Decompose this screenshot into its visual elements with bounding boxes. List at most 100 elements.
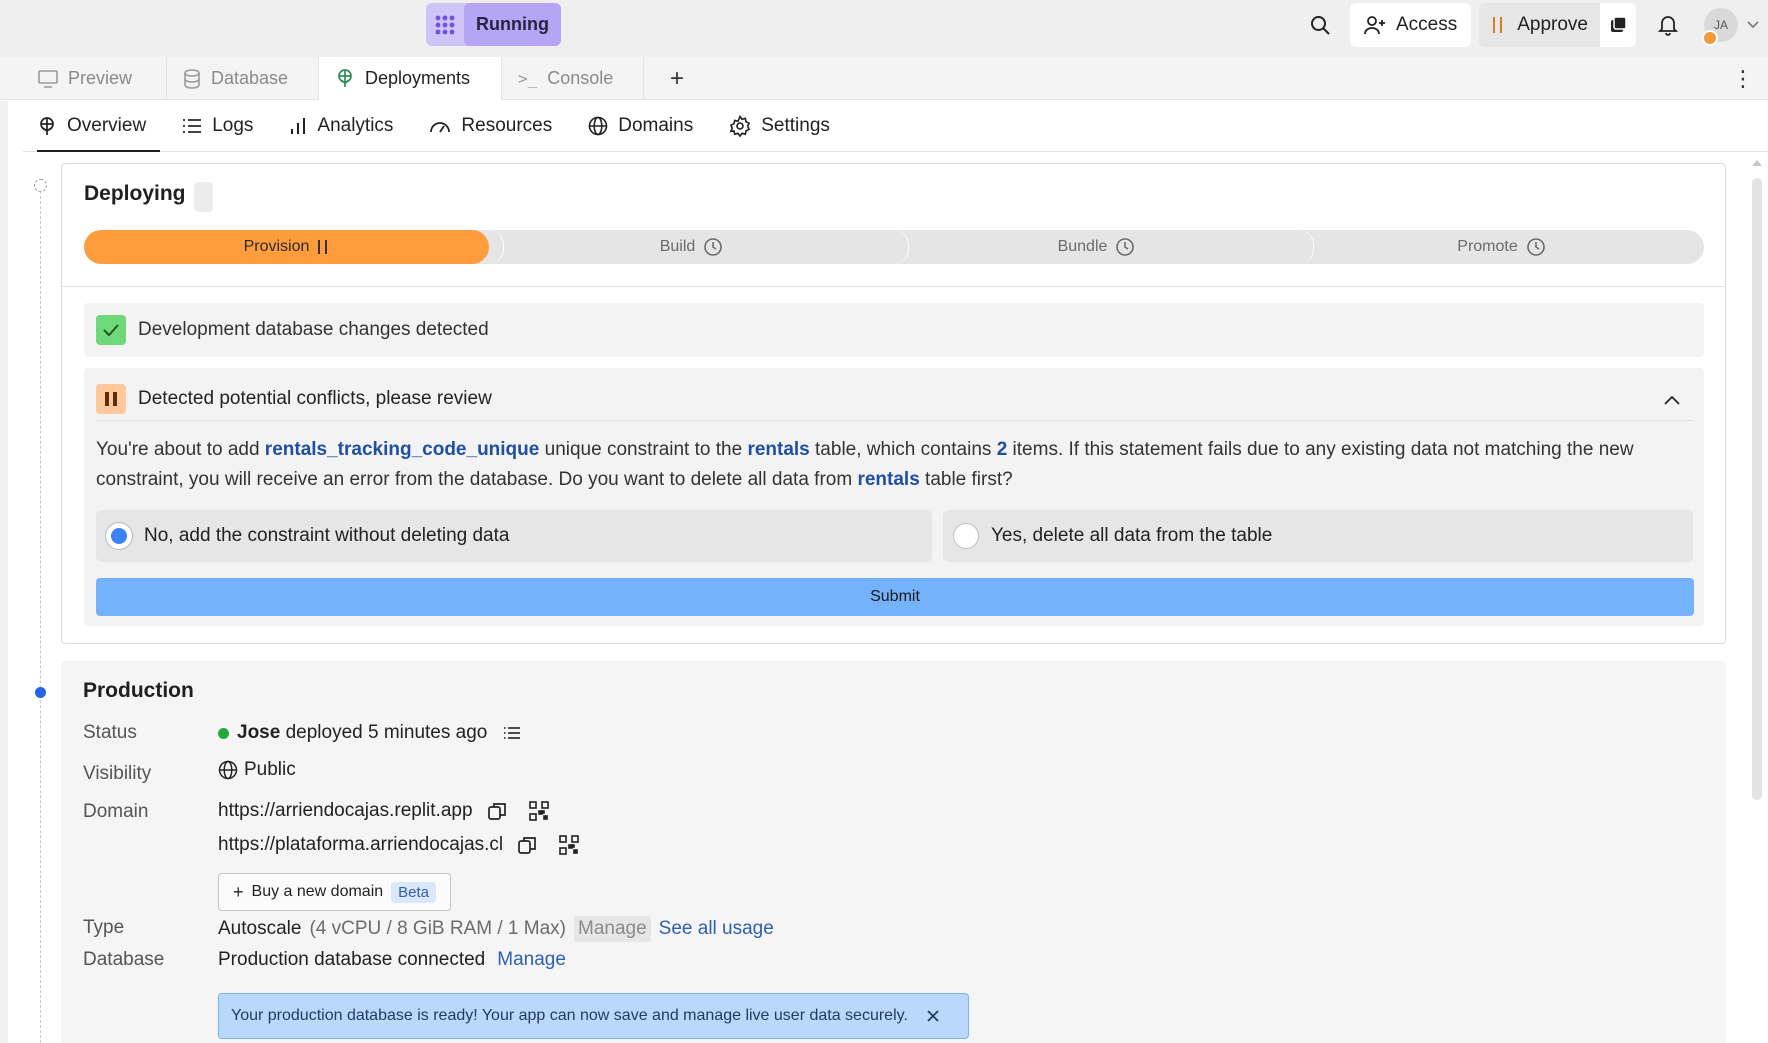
subnav-domains[interactable]: Domains — [574, 101, 707, 152]
subnav-logs[interactable]: Logs — [168, 101, 267, 152]
pause-icon — [317, 239, 329, 255]
radio-unselected[interactable] — [953, 523, 979, 549]
deployments-subnav: Overview Logs Analytics Resources Domain… — [23, 101, 1768, 152]
database-value: Production database connected Manage — [218, 949, 566, 971]
subnav-label: Analytics — [317, 115, 394, 136]
running-button[interactable]: Running — [464, 3, 561, 46]
scroll-up-icon[interactable] — [1752, 160, 1762, 166]
subnav-overview[interactable]: Overview — [23, 101, 161, 152]
deploy-steps: Provision Build Bundle Promote — [84, 230, 1704, 264]
clock-icon — [1526, 237, 1546, 257]
copy-icon[interactable] — [487, 801, 507, 821]
run-control[interactable]: Running — [426, 3, 561, 46]
tab-database[interactable]: Database — [167, 57, 319, 100]
status-value: Jose deployed 5 minutes ago — [218, 722, 521, 744]
subnav-label: Resources — [461, 115, 553, 136]
workspace-tabs: Preview Database Deployments >_ Console … — [0, 57, 1768, 100]
deployments-icon — [37, 116, 57, 136]
banner-text: Your production database is ready! Your … — [231, 1007, 908, 1024]
tab-preview[interactable]: Preview — [22, 57, 167, 100]
tab-label: Database — [211, 68, 289, 88]
search-icon[interactable] — [1298, 3, 1342, 47]
option-label: No, add the constraint without deleting … — [144, 525, 510, 546]
timeline-node-deploying — [34, 179, 47, 192]
deploying-title: Deploying — [84, 182, 186, 205]
logs-list-icon[interactable] — [503, 726, 521, 740]
domain-link[interactable]: https://plataforma.arriendocajas.cl — [218, 834, 503, 856]
copy-icon[interactable] — [517, 835, 537, 855]
pause-icon — [1491, 16, 1505, 34]
run-dots-icon[interactable] — [426, 3, 464, 46]
database-icon — [183, 68, 201, 89]
option-delete-data[interactable]: Yes, delete all data from the table — [943, 510, 1693, 562]
monitor-icon — [38, 69, 58, 88]
conflict-header[interactable]: Detected potential conflicts, please rev… — [96, 377, 1692, 421]
clock-icon — [703, 237, 723, 257]
divider — [62, 286, 1725, 287]
pause-icon — [96, 383, 126, 414]
item-count: 2 — [996, 439, 1008, 460]
beta-badge: Beta — [391, 881, 437, 903]
deploying-placeholder-chip — [194, 182, 213, 212]
chevron-down-icon[interactable] — [1738, 3, 1768, 47]
database-manage-link[interactable]: Manage — [497, 949, 566, 971]
access-label: Access — [1395, 14, 1458, 35]
step-label: Bundle — [1057, 238, 1108, 255]
db-changes-row: Development database changes detected — [84, 303, 1704, 357]
plus-icon: + — [233, 881, 244, 902]
domain-label: Domain — [83, 801, 149, 822]
production-title: Production — [83, 679, 194, 702]
left-panel-edge — [0, 101, 8, 1043]
buy-domain-button[interactable]: + Buy a new domain Beta — [218, 873, 452, 911]
table-name: rentals — [747, 439, 810, 460]
step-label: Provision — [243, 238, 310, 255]
step-label: Build — [659, 238, 696, 255]
tab-deployments[interactable]: Deployments — [319, 57, 502, 100]
step-bundle: Bundle — [894, 230, 1299, 264]
db-changes-text: Development database changes detected — [138, 319, 489, 340]
buy-domain-label: Buy a new domain — [251, 883, 384, 900]
domain-link[interactable]: https://arriendocajas.replit.app — [218, 800, 473, 822]
avatar[interactable]: JA — [1702, 8, 1738, 46]
see-usage-link[interactable]: See all usage — [659, 918, 774, 940]
bell-icon[interactable] — [1646, 3, 1690, 47]
qr-code-icon[interactable] — [559, 835, 579, 855]
more-options-icon[interactable]: ⋮ — [1732, 57, 1754, 100]
domain-row-2: https://plataforma.arriendocajas.cl — [218, 834, 579, 856]
approve-button[interactable]: Approve — [1479, 3, 1600, 47]
production-card: Production Status Jose deployed 5 minute… — [61, 661, 1726, 1043]
subnav-analytics[interactable]: Analytics — [275, 101, 407, 152]
bar-chart-icon — [289, 117, 307, 135]
deployer-name: Jose — [237, 722, 281, 743]
option-label: Yes, delete all data from the table — [991, 525, 1273, 546]
database-status: Production database connected — [218, 949, 486, 970]
step-label: Promote — [1457, 238, 1518, 255]
type-manage-button[interactable]: Manage — [574, 916, 651, 942]
visibility-label: Visibility — [83, 763, 152, 784]
option-no-delete[interactable]: No, add the constraint without deleting … — [96, 510, 932, 562]
subnav-settings[interactable]: Settings — [715, 101, 844, 152]
terminal-icon: >_ — [518, 69, 538, 88]
list-icon — [182, 117, 202, 135]
submit-button[interactable]: Submit — [96, 578, 1694, 616]
chevron-up-icon[interactable] — [1664, 389, 1680, 411]
clock-icon — [1115, 237, 1135, 257]
radio-selected[interactable] — [106, 523, 132, 549]
close-icon[interactable] — [926, 1009, 940, 1023]
qr-code-icon[interactable] — [528, 801, 549, 821]
database-label: Database — [83, 949, 165, 970]
subnav-label: Domains — [618, 115, 694, 136]
tab-console[interactable]: >_ Console — [502, 57, 644, 100]
conflict-title: Detected potential conflicts, please rev… — [138, 387, 492, 409]
access-button[interactable]: Access — [1349, 3, 1472, 47]
conflict-message: You're about to add rentals_tracking_cod… — [96, 435, 1696, 495]
subnav-resources[interactable]: Resources — [415, 101, 566, 152]
scrollbar-thumb[interactable] — [1752, 178, 1762, 800]
database-ready-banner: Your production database is ready! Your … — [218, 993, 969, 1039]
conflict-panel: Detected potential conflicts, please rev… — [84, 368, 1704, 626]
approve-options-icon[interactable] — [1600, 3, 1636, 47]
timeline-line — [40, 186, 41, 1043]
step-promote: Promote — [1299, 230, 1704, 264]
add-tab-icon[interactable]: + — [655, 57, 699, 100]
conflict-text: unique constraint to the — [539, 439, 748, 460]
